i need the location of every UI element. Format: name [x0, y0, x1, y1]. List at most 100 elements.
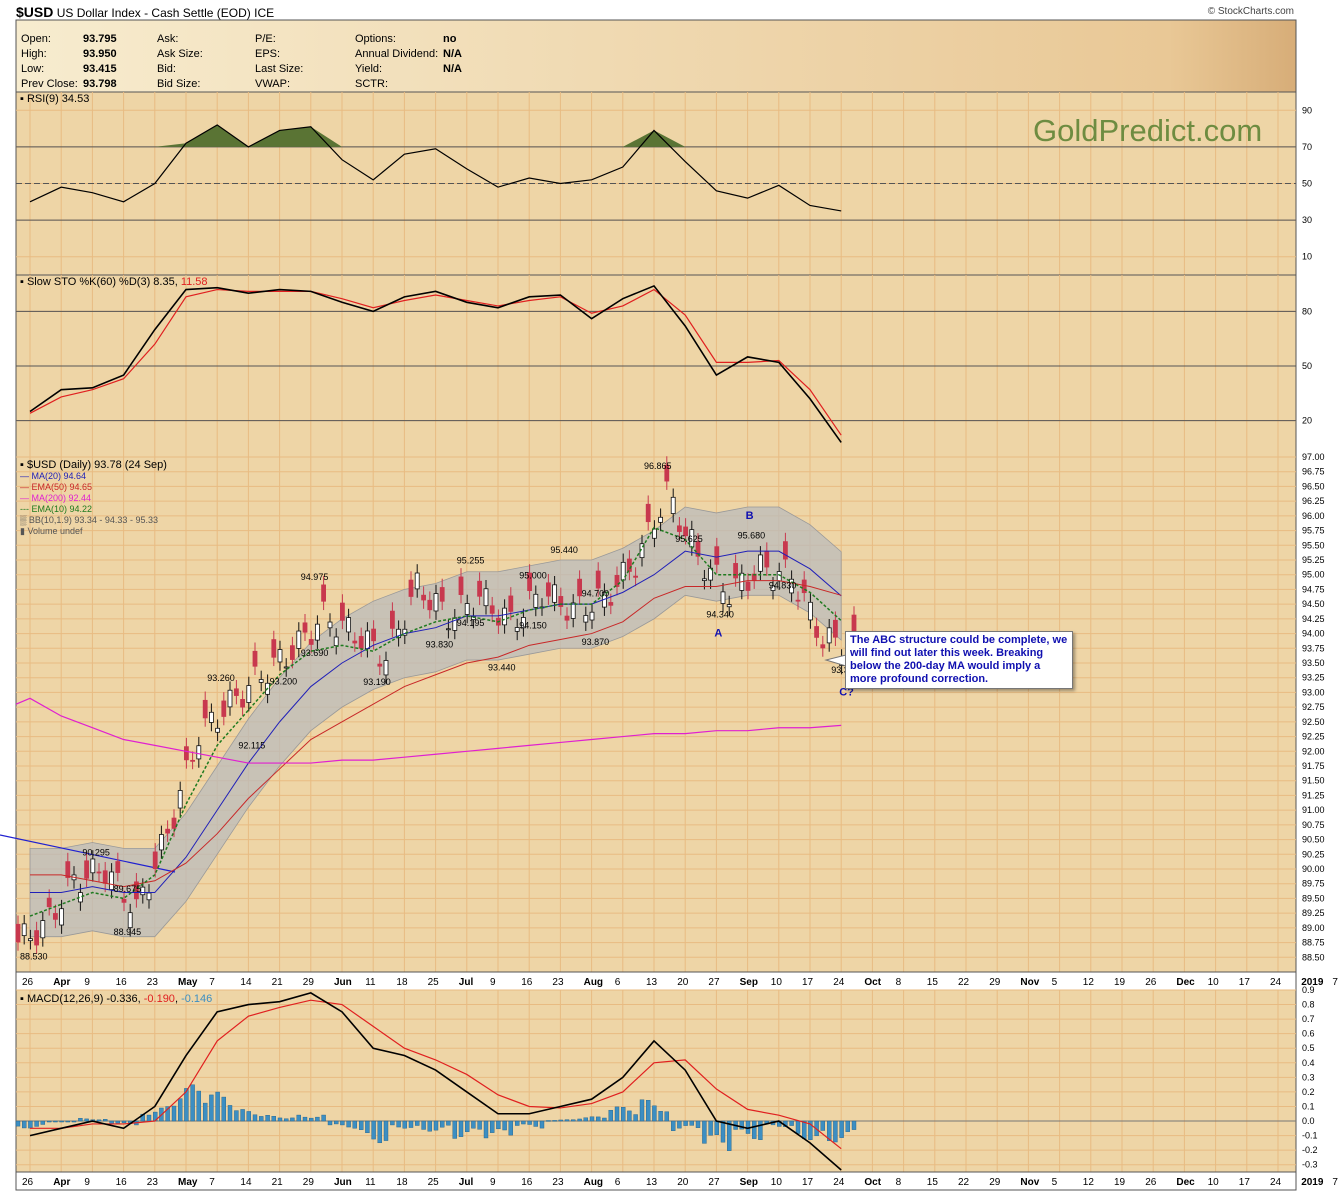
macd-histogram-bar — [240, 1109, 245, 1122]
date-axis-label: 19 — [1114, 1177, 1126, 1188]
date-axis-label: 24 — [1270, 1177, 1282, 1188]
price-candle — [15, 923, 21, 943]
macd-histogram-bar — [71, 1120, 77, 1123]
date-axis-label: Oct — [864, 977, 881, 988]
price-candle — [90, 858, 96, 874]
macd-histogram-bar — [209, 1094, 214, 1122]
date-axis-label: 5 — [1052, 977, 1058, 988]
date-axis-label: 6 — [615, 1177, 621, 1188]
rsi-panel-tick-label: 90 — [1302, 105, 1312, 115]
macd-histogram-bar — [614, 1106, 620, 1122]
date-axis-label: 23 — [147, 977, 159, 988]
price-candle — [371, 628, 377, 642]
price-candle — [583, 615, 589, 623]
price-point-label: 94.340 — [706, 610, 734, 620]
date-axis-label: Apr — [53, 977, 70, 988]
macd-histogram-bar — [496, 1120, 501, 1130]
price-candle — [477, 580, 483, 597]
price-candle — [458, 576, 464, 595]
date-axis-label: 29 — [989, 977, 1001, 988]
price-candle — [564, 615, 570, 621]
price-candle — [346, 617, 352, 633]
price-point-label: 93.190 — [363, 677, 391, 687]
price-panel-tick-label: 90.50 — [1302, 835, 1325, 845]
macd-histogram-bar — [833, 1120, 838, 1143]
price-point-label: 93.260 — [207, 673, 235, 683]
macd-histogram-bar — [415, 1120, 420, 1126]
price-candle — [783, 541, 788, 560]
price-candle — [165, 828, 171, 834]
price-candle — [296, 630, 302, 649]
date-axis-label: 27 — [708, 1177, 720, 1188]
date-axis-label: Sep — [740, 977, 758, 988]
price-panel-tick-label: 91.25 — [1302, 790, 1325, 800]
wave-label: A — [714, 628, 722, 640]
price-candle — [121, 898, 127, 903]
rsi-panel-tick-label: 70 — [1302, 142, 1312, 152]
macd-histogram-bar — [621, 1106, 626, 1122]
rsi-title: ▪ RSI(9) 34.53 — [20, 93, 89, 105]
price-legend-entry: --- EMA(10) 94.22 — [20, 504, 92, 514]
date-axis-label: 17 — [1239, 1177, 1251, 1188]
price-panel-tick-label: 91.00 — [1302, 805, 1325, 815]
macd-histogram-bar — [658, 1111, 663, 1122]
watermark: GoldPredict.com — [1033, 113, 1263, 148]
price-candle — [552, 584, 557, 603]
macd-panel-tick-label: 0.8 — [1302, 1000, 1315, 1010]
price-panel-tick-label: 89.50 — [1302, 893, 1325, 903]
date-axis-label: Nov — [1020, 1177, 1039, 1188]
macd-histogram-bar — [446, 1120, 451, 1126]
wave-label: B — [746, 510, 754, 522]
macd-histogram-bar — [758, 1120, 763, 1140]
price-candle — [702, 578, 707, 581]
date-axis-label: Jul — [459, 1177, 474, 1188]
date-axis-label: 7 — [1332, 1177, 1338, 1188]
price-panel-tick-label: 92.25 — [1302, 732, 1325, 742]
macd-histogram-bar — [171, 1105, 177, 1122]
macd-histogram-bar — [477, 1120, 482, 1130]
date-axis-label: 16 — [521, 977, 533, 988]
price-candle — [627, 558, 632, 572]
macd-panel-tick-label: 0.2 — [1302, 1087, 1315, 1097]
macd-histogram-bar — [502, 1120, 507, 1131]
rsi-panel-tick-label: 30 — [1302, 215, 1312, 225]
macd-histogram-bar — [627, 1110, 632, 1122]
price-panel-tick-label: 93.50 — [1302, 658, 1325, 668]
price-candle — [196, 745, 202, 760]
macd-histogram-bar — [246, 1111, 252, 1122]
macd-histogram-bar — [371, 1120, 376, 1140]
price-point-label: 93.690 — [301, 648, 329, 658]
macd-histogram-bar — [84, 1118, 89, 1122]
date-axis-label: 27 — [708, 977, 720, 988]
macd-histogram-bar — [602, 1117, 607, 1122]
macd-signal-value: -0.190 — [144, 993, 175, 1005]
macd-panel-tick-label: 0.9 — [1302, 985, 1315, 995]
date-axis-label: 18 — [396, 977, 408, 988]
macd-histogram-bar — [296, 1114, 301, 1122]
rsi-panel-tick-label: 10 — [1302, 252, 1312, 262]
price-candle — [433, 593, 439, 612]
price-panel-tick-label: 95.50 — [1302, 540, 1325, 550]
stockcharts-credit[interactable]: © StockCharts.com — [1208, 6, 1294, 17]
macd-histogram-bar — [720, 1120, 726, 1143]
macd-histogram-bar — [646, 1100, 651, 1122]
macd-histogram-bar — [227, 1105, 233, 1122]
macd-histogram-bar — [121, 1120, 127, 1124]
date-axis-label: 10 — [1208, 977, 1220, 988]
macd-histogram-bar — [59, 1120, 64, 1123]
stoch-panel-tick-label: 20 — [1302, 416, 1312, 426]
macd-title: ▪ MACD(12,26,9) -0.336, -0.190, -0.146 — [20, 993, 212, 1005]
macd-histogram-bar — [352, 1120, 357, 1129]
macd-histogram-bar — [321, 1114, 326, 1122]
macd-histogram-bar — [315, 1116, 320, 1122]
price-panel-tick-label: 90.75 — [1302, 820, 1325, 830]
price-candle — [40, 920, 46, 939]
macd-histogram-bar — [452, 1120, 457, 1139]
macd-histogram-bar — [190, 1084, 195, 1122]
price-candle — [445, 628, 451, 631]
price-candle — [408, 579, 414, 597]
price-panel-tick-label: 94.25 — [1302, 614, 1325, 624]
macd-histogram-bar — [28, 1120, 33, 1129]
price-candle — [34, 930, 39, 946]
date-axis-label: 14 — [240, 1177, 252, 1188]
